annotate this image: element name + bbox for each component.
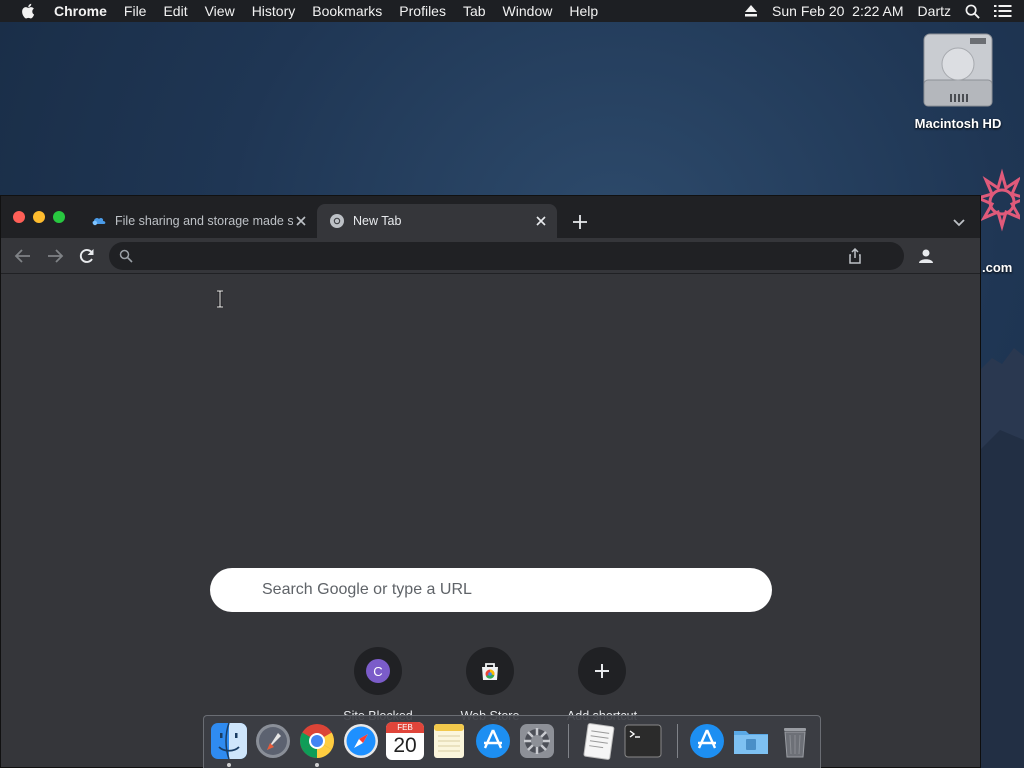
menu-file[interactable]: File xyxy=(124,3,147,19)
tab-strip: File sharing and storage made simple New… xyxy=(1,196,980,238)
menu-window[interactable]: Window xyxy=(503,3,553,19)
app-store-downloads-icon[interactable] xyxy=(688,722,726,760)
tab-title: File sharing and storage made simple xyxy=(115,214,293,228)
menu-profiles[interactable]: Profiles xyxy=(399,3,446,19)
forward-arrow-icon[interactable] xyxy=(45,246,65,266)
tab-close-icon[interactable] xyxy=(533,213,549,229)
window-maximize-button[interactable] xyxy=(53,211,65,223)
dock-separator xyxy=(677,724,678,758)
back-arrow-icon[interactable] xyxy=(13,246,33,266)
shortcut-site-blocked[interactable]: C Site Blocked xyxy=(322,647,434,723)
tab-search-chevron-down-icon[interactable] xyxy=(951,214,967,230)
menu-tab[interactable]: Tab xyxy=(463,3,486,19)
calendar-day: 20 xyxy=(393,734,417,757)
macintosh-hd-label: Macintosh HD xyxy=(914,116,1002,131)
new-tab-plus-icon[interactable] xyxy=(570,212,590,232)
profile-avatar-icon[interactable] xyxy=(916,246,936,266)
spotlight-search-icon[interactable] xyxy=(965,4,980,19)
shortcut-tile xyxy=(578,647,626,695)
search-icon xyxy=(119,249,133,263)
tab-title: New Tab xyxy=(353,214,402,228)
textedit-icon[interactable] xyxy=(580,722,618,760)
menu-app-name[interactable]: Chrome xyxy=(54,3,107,19)
partial-desktop-label: .com xyxy=(982,260,1013,275)
address-bar[interactable] xyxy=(109,242,904,270)
chrome-favicon-icon xyxy=(330,214,344,228)
apple-menu-icon[interactable] xyxy=(20,2,38,20)
eject-icon[interactable] xyxy=(744,5,758,17)
finder-icon[interactable] xyxy=(210,722,248,760)
app-store-icon[interactable] xyxy=(474,722,512,760)
hard-drive-icon xyxy=(923,33,993,107)
documents-folder-icon[interactable] xyxy=(732,722,770,760)
partial-desktop-icon[interactable]: .com xyxy=(980,168,1024,280)
shortcut-tile: C xyxy=(354,647,402,695)
calendar-month: FEB xyxy=(386,722,424,733)
user-name[interactable]: Dartz xyxy=(918,3,951,19)
dock: FEB 20 xyxy=(203,715,821,768)
menu-edit[interactable]: Edit xyxy=(163,3,187,19)
ntp-search-box[interactable] xyxy=(210,568,772,612)
web-store-icon xyxy=(482,663,498,680)
ntp-search-input[interactable] xyxy=(262,579,742,601)
address-input[interactable] xyxy=(143,246,843,266)
menu-bookmarks[interactable]: Bookmarks xyxy=(312,3,382,19)
tab-close-icon[interactable] xyxy=(293,213,309,229)
terminal-icon[interactable] xyxy=(624,722,662,760)
notification-center-icon[interactable] xyxy=(994,4,1012,18)
calendar-icon[interactable]: FEB 20 xyxy=(386,722,424,760)
reload-icon[interactable] xyxy=(77,246,97,266)
menu-view[interactable]: View xyxy=(205,3,235,19)
window-minimize-button[interactable] xyxy=(33,211,45,223)
pinkish-flower-icon xyxy=(980,168,1020,232)
dock-separator xyxy=(568,724,569,758)
tab-file-sharing[interactable]: File sharing and storage made simple xyxy=(85,204,317,238)
finder-running-dot xyxy=(227,763,231,767)
avatar-letter: C xyxy=(373,663,383,679)
clock[interactable]: Sun Feb 20 2:22 AM xyxy=(772,3,904,19)
browser-toolbar xyxy=(1,238,980,308)
tab-new-tab[interactable]: New Tab xyxy=(317,204,557,238)
chrome-window: File sharing and storage made simple New… xyxy=(0,195,981,768)
shortcut-web-store[interactable]: Web Store xyxy=(434,647,546,723)
trash-icon[interactable] xyxy=(776,722,814,760)
shortcut-tile xyxy=(466,647,514,695)
plus-icon xyxy=(595,664,609,678)
macintosh-hd-desktop-icon[interactable]: Macintosh HD xyxy=(910,30,1006,131)
window-close-button[interactable] xyxy=(13,211,25,223)
launchpad-icon[interactable] xyxy=(254,722,292,760)
text-cursor-icon xyxy=(217,290,223,308)
system-preferences-icon[interactable] xyxy=(518,722,556,760)
menu-bar: Chrome File Edit View History Bookmarks … xyxy=(0,0,1024,22)
menu-history[interactable]: History xyxy=(252,3,296,19)
chrome-running-dot xyxy=(315,763,319,767)
wallpaper-mountain xyxy=(980,348,1024,768)
share-icon[interactable] xyxy=(847,248,863,264)
chrome-icon[interactable] xyxy=(298,722,336,760)
letter-avatar-icon: C xyxy=(366,659,390,683)
cloud-favicon-icon xyxy=(92,217,106,226)
safari-icon[interactable] xyxy=(342,722,380,760)
add-shortcut-button[interactable]: Add shortcut xyxy=(546,647,658,723)
menu-help[interactable]: Help xyxy=(569,3,598,19)
notes-icon[interactable] xyxy=(430,722,468,760)
